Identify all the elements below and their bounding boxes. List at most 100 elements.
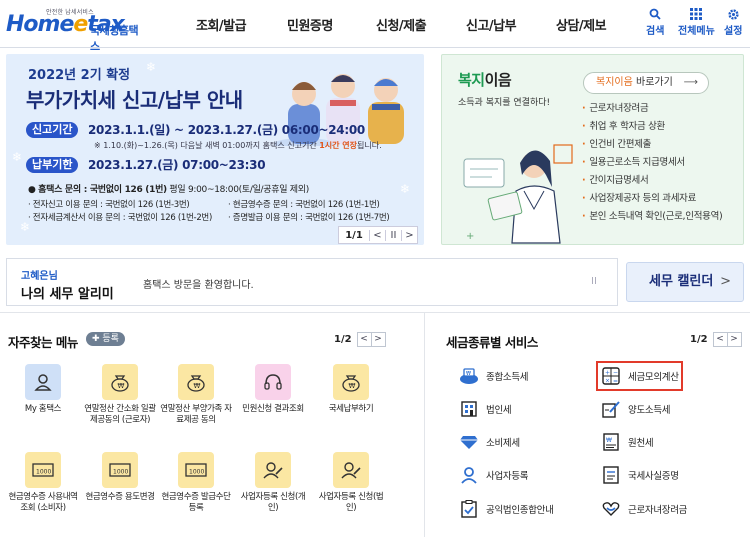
bill-icon: 1000 [178, 452, 214, 488]
snowflake-icon: ❄ [146, 60, 157, 74]
nav-filing-payment[interactable]: 신고/납부 [466, 0, 517, 48]
section-divider [0, 312, 750, 313]
welfare-item[interactable]: 근로자녀장려금 [582, 100, 722, 118]
banner-pager: 1/1 < II > [338, 226, 418, 244]
util-search[interactable]: 검색 [646, 8, 664, 37]
notice-title: 나의 세무 알리미 [21, 287, 114, 302]
service-corporate-tax[interactable]: 법인세 [458, 398, 512, 420]
contact-main: ● 홈택스 문의 : 국번없이 126 (1번) 평일 9:00~18:00(토… [28, 185, 309, 195]
menu-civil-result[interactable]: 민원신청 결과조회 [237, 364, 309, 415]
services-next-button[interactable]: > [726, 332, 742, 347]
contact-cash-receipt: · 현금영수증 문의 : 국번없이 126 (1번-1번) [228, 200, 380, 210]
user-edit-icon [333, 452, 369, 488]
nav-inquiry[interactable]: 조회/발급 [196, 0, 247, 48]
user-name: 고혜은님 [21, 271, 58, 282]
logo-korean: 국세청홈택스 [90, 24, 139, 53]
menu-business-reg-individual[interactable]: 사업자등록 신청(개인) [237, 452, 309, 514]
document-pen-icon [600, 399, 622, 419]
service-public-interest-corp[interactable]: 공익법인종합안내 [458, 498, 554, 520]
welfare-go-button[interactable]: 복지이음 바로가기 ⟶ [583, 72, 709, 94]
receipt-icon: ₩ [600, 432, 622, 452]
contact-certificate: · 증명발급 이용 문의 : 국번없이 126 (1번-7번) [228, 213, 390, 223]
column-divider [424, 313, 425, 537]
util-settings[interactable]: 설정 [724, 8, 742, 37]
service-withholding-tax[interactable]: ₩ 원천세 [600, 431, 654, 453]
service-comprehensive-income-tax[interactable]: ₩ 종합소득세 [458, 365, 529, 387]
welfare-panel: 복지이음 소득과 복지를 연결하다! 복지이음 바로가기⟶ + 근로자녀장려금 … [441, 54, 744, 245]
svg-text:+: + [466, 231, 474, 242]
welfare-item[interactable]: 일용근로소득 지급명세서 [582, 154, 722, 172]
snowflake-icon: ❄ [400, 182, 411, 196]
svg-text:+: + [605, 370, 610, 377]
nav-consultation[interactable]: 상담/제보 [556, 0, 607, 48]
tax-notice-bar: 고혜은님 나의 세무 알리미 홈택스 방문을 환영합니다. II [6, 258, 618, 306]
woman-with-document-illustration: + [463, 144, 573, 244]
notice-pause-button[interactable]: II [591, 276, 597, 287]
welfare-item[interactable]: 취업 후 학자금 상환 [582, 118, 722, 136]
menu-cash-receipt-register[interactable]: 1000 현금영수증 발급수단 등록 [160, 452, 232, 514]
menu-pay-national-tax[interactable]: ₩ 국세납부하기 [315, 364, 387, 415]
chevron-right-icon: > [720, 274, 731, 289]
menu-business-reg-corporate[interactable]: 사업자등록 신청(법인) [315, 452, 387, 514]
services-pager: 1/2 < > [690, 332, 742, 347]
header: 안전한 납세서비스 Homeetax 국세청홈택스 조회/발급 민원증명 신청/… [0, 0, 750, 53]
svg-text:₩: ₩ [466, 371, 471, 377]
calculator-icon: + − × = [600, 366, 622, 386]
svg-text:₩: ₩ [606, 437, 612, 444]
welfare-subtitle: 소득과 복지를 연결하다! [458, 98, 551, 108]
welfare-item[interactable]: 사업장제공자 등의 과세자료 [582, 190, 722, 208]
user-edit-icon [255, 452, 291, 488]
diamond-icon [458, 432, 480, 452]
user-icon [25, 364, 61, 400]
menu-my-hometax[interactable]: My 홈택스 [7, 364, 79, 415]
grid-icon [690, 8, 703, 22]
checklist-icon [458, 499, 480, 519]
nav-application[interactable]: 신청/제출 [376, 0, 427, 48]
service-capital-gains-tax[interactable]: 양도소득세 [600, 398, 671, 420]
tax-services-title: 세금종류별 서비스 [446, 335, 538, 350]
welfare-item[interactable]: 인건비 간편제출 [582, 136, 722, 154]
bill-icon: 1000 [25, 452, 61, 488]
service-business-registration[interactable]: 사업자등록 [458, 464, 529, 486]
notice-message[interactable]: 홈택스 방문을 환영합니다. [143, 276, 254, 291]
tax-calendar-button[interactable]: 세무 캘린더 > [626, 262, 744, 302]
register-menu-button[interactable]: ✚ 등록 [86, 332, 125, 346]
banner-prev-button[interactable]: < [369, 229, 385, 241]
services-page-indicator: 1/2 [690, 334, 708, 345]
service-tax-fact-certificate[interactable]: 국세사실증명 [600, 464, 679, 486]
svg-text:1000: 1000 [36, 469, 51, 476]
util-all-menu[interactable]: 전체메뉴 [678, 8, 715, 37]
svg-text:−: − [613, 370, 618, 377]
menu-yearend-consent-worker[interactable]: ₩ 연말정산 간소화 일괄제공동의 (근로자) [84, 364, 156, 426]
service-consumption-tax[interactable]: 소비제세 [458, 431, 520, 453]
money-bag-icon: ₩ [178, 364, 214, 400]
snowflake-icon: ❄ [12, 150, 23, 164]
menu-yearend-dependent-consent[interactable]: ₩ 연말정산 부양가족 자료제공 동의 [160, 364, 232, 426]
nav-certificates[interactable]: 민원증명 [287, 0, 333, 48]
service-child-earned-income-credit[interactable]: 근로자녀장려금 [600, 498, 687, 520]
svg-text:₩: ₩ [349, 382, 356, 390]
svg-text:₩: ₩ [118, 382, 125, 390]
money-bag-icon: ₩ [333, 364, 369, 400]
deadline-text: 2023.1.27.(금) 07:00~23:30 [88, 158, 266, 172]
hometax-logo[interactable]: 안전한 납세서비스 Homeetax 국세청홈택스 [6, 6, 146, 53]
gear-icon [727, 8, 740, 22]
banner-next-button[interactable]: > [401, 229, 417, 241]
banner-subtitle: 2022년 2기 확정 [28, 68, 131, 83]
period-text: 2023.1.1.(일) ~ 2023.1.27.(금) 06:00~24:00 [88, 123, 365, 137]
frequent-next-button[interactable]: > [370, 332, 386, 347]
services-prev-button[interactable]: < [712, 332, 728, 347]
service-tax-simulation[interactable]: + − × = 세금모의계산 [596, 361, 683, 391]
welfare-item[interactable]: 본인 소득내역 확인(근로,인적용역) [582, 208, 722, 226]
deadline-tag: 납부기한 [26, 157, 79, 173]
frequent-prev-button[interactable]: < [356, 332, 372, 347]
banner-title: 부가가치세 신고/납부 안내 [26, 88, 243, 112]
extension-note: ※ 1.10.(화)~1.26.(목) 다음날 새벽 01:00까지 홈택스 신… [94, 141, 382, 150]
menu-cash-receipt-usage-change[interactable]: 1000 현금영수증 용도변경 [84, 452, 156, 503]
welfare-item[interactable]: 간이지급명세서 [582, 172, 722, 190]
banner-pause-button[interactable]: II [385, 229, 401, 241]
search-icon [649, 8, 661, 22]
vat-banner[interactable]: ❄ ❄ ❄ ❄ 2022년 2기 확정 부가가치세 신고/납부 안내 신고기간 … [6, 54, 424, 245]
menu-cash-receipt-history[interactable]: 1000 현금영수증 사용내역조회 (소비자) [7, 452, 79, 514]
headset-icon [255, 364, 291, 400]
